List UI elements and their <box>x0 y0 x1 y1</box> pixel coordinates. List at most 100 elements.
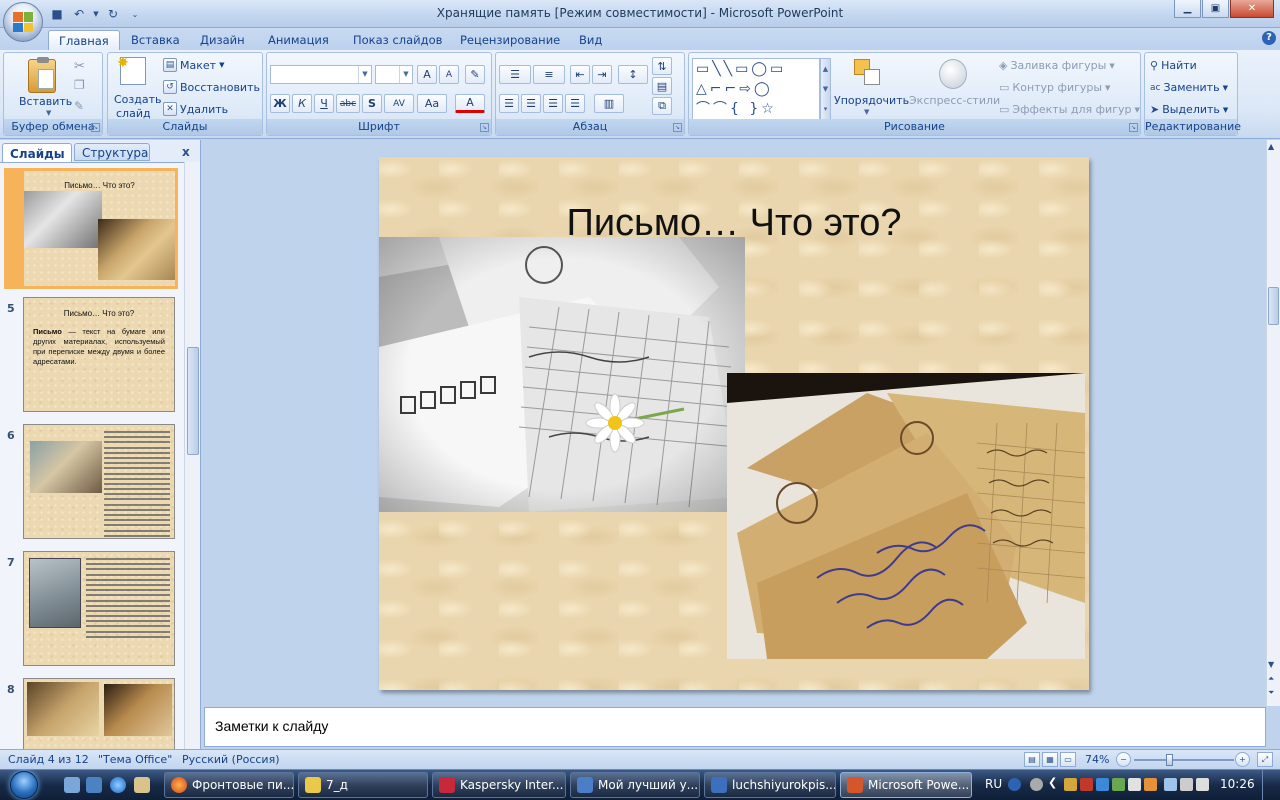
clear-format-icon[interactable]: ✎ <box>465 65 485 84</box>
shadow-button[interactable]: S <box>362 94 382 113</box>
clipboard-launcher-icon[interactable]: ↘ <box>91 123 100 132</box>
triangle-letters-photo[interactable] <box>727 373 1085 659</box>
zoom-out-icon[interactable]: − <box>1116 752 1131 767</box>
font-name-field[interactable]: ▼ <box>270 65 372 84</box>
taskbar-item-folder[interactable]: 7_д <box>298 772 428 798</box>
change-case-button[interactable]: Aa <box>417 94 447 113</box>
tray-network-icon[interactable] <box>1030 778 1043 791</box>
close-pane-icon[interactable]: x <box>182 145 190 159</box>
tray-app-icon[interactable] <box>1144 778 1157 791</box>
font-size-field[interactable]: ▼ <box>375 65 413 84</box>
zoom-in-icon[interactable]: + <box>1235 752 1250 767</box>
quick-styles-button[interactable]: Экспресс-стили <box>909 94 1000 107</box>
slide-scrollbar[interactable]: ▲ ▼ ⏶ ⏷ <box>1266 140 1280 706</box>
tab-slideshow[interactable]: Показ слайдов <box>343 30 452 50</box>
tray-monitor-icon[interactable] <box>1096 778 1109 791</box>
next-slide-icon[interactable]: ⏷ <box>1268 688 1274 698</box>
underline-button[interactable]: Ч <box>314 94 334 113</box>
columns-icon[interactable]: ▥ <box>594 94 624 113</box>
slideshow-view-icon[interactable]: ▭ <box>1060 752 1076 767</box>
replace-button[interactable]: ac Заменить ▼ <box>1150 81 1228 94</box>
close-button[interactable]: ✕ <box>1230 0 1274 18</box>
drawing-launcher-icon[interactable]: ↘ <box>1129 123 1138 132</box>
tab-slides-pane[interactable]: Слайды <box>2 143 72 162</box>
zoom-slider-handle[interactable] <box>1166 754 1174 766</box>
justify-icon[interactable]: ☰ <box>565 94 585 113</box>
paragraph-launcher-icon[interactable]: ↘ <box>673 123 682 132</box>
shapes-gallery-scroll[interactable]: ▲ ▼ ▾ <box>820 58 831 120</box>
shape-effects-button[interactable]: ▭ Эффекты для фигур ▼ <box>999 103 1140 116</box>
decrease-indent-icon[interactable]: ⇤ <box>570 65 590 84</box>
bullets-icon[interactable]: ☰ <box>499 65 531 84</box>
find-button[interactable]: ⚲ Найти <box>1150 59 1197 72</box>
layout-button[interactable]: ▤ Макет ▼ <box>163 58 224 72</box>
align-right-icon[interactable]: ☰ <box>543 94 563 113</box>
internet-explorer-icon[interactable] <box>110 777 126 793</box>
minimize-button[interactable]: ▁ <box>1174 0 1201 18</box>
paste-button[interactable]: Вставить <box>19 95 72 108</box>
language-indicator[interactable]: Русский (Россия) <box>182 753 280 766</box>
tray-app-icon[interactable] <box>1128 778 1141 791</box>
line-spacing-icon[interactable]: ↕ <box>618 65 648 84</box>
font-launcher-icon[interactable]: ↘ <box>480 123 489 132</box>
italic-button[interactable]: К <box>292 94 312 113</box>
grow-font-button[interactable]: A <box>417 65 437 84</box>
show-desktop-button[interactable] <box>1262 770 1278 800</box>
normal-view-icon[interactable]: ▤ <box>1024 752 1040 767</box>
slide-thumb-4[interactable]: Письмо… Что это? <box>4 168 178 289</box>
taskbar-item-firefox[interactable]: Фронтовые пи... <box>164 772 294 798</box>
zoom-slider-track[interactable] <box>1134 759 1234 761</box>
font-name-dropdown-icon[interactable]: ▼ <box>358 66 371 83</box>
tray-app-icon[interactable] <box>1112 778 1125 791</box>
slide-thumb-6[interactable] <box>23 424 175 539</box>
align-center-icon[interactable]: ☰ <box>521 94 541 113</box>
align-text-icon[interactable]: ▤ <box>652 77 672 95</box>
office-button[interactable] <box>3 2 43 42</box>
maximize-button[interactable]: ▣ <box>1202 0 1229 18</box>
format-painter-icon[interactable]: ✎ <box>74 99 84 113</box>
font-color-button[interactable]: A <box>455 94 485 113</box>
tab-home[interactable]: Главная <box>48 30 120 50</box>
clock[interactable]: 10:26 <box>1220 777 1255 791</box>
fit-slide-icon[interactable]: ⤢ <box>1257 752 1273 767</box>
delete-button[interactable]: ✕ Удалить <box>163 102 228 116</box>
new-slide-label-1[interactable]: Создать <box>114 93 162 106</box>
scroll-thumb[interactable] <box>187 347 199 455</box>
tab-animation[interactable]: Анимация <box>258 30 339 50</box>
slide-thumb-5[interactable]: Письмо… Что это? Письмо — текст на бумаг… <box>23 297 175 412</box>
copy-icon[interactable]: ❐ <box>74 78 85 92</box>
tab-insert[interactable]: Вставка <box>121 30 190 50</box>
tray-network-bars-icon[interactable] <box>1164 778 1177 791</box>
numbering-icon[interactable]: ≡ <box>533 65 565 84</box>
slide-thumb-8[interactable] <box>23 678 175 749</box>
letters-photo-grayscale[interactable] <box>379 237 745 512</box>
font-size-dropdown-icon[interactable]: ▼ <box>399 66 412 83</box>
slide-thumb-7[interactable] <box>23 551 175 666</box>
align-left-icon[interactable]: ☰ <box>499 94 519 113</box>
switch-windows-icon[interactable] <box>86 777 102 793</box>
taskbar-item-kaspersky[interactable]: Kaspersky Inter... <box>432 772 566 798</box>
tray-kaspersky-icon[interactable] <box>1080 778 1093 791</box>
scroll-up-icon[interactable]: ▲ <box>1268 142 1274 151</box>
text-direction-icon[interactable]: ⇅ <box>652 57 672 75</box>
slide-sorter-icon[interactable]: ▦ <box>1042 752 1058 767</box>
shrink-font-button[interactable]: A <box>439 65 459 84</box>
tab-view[interactable]: Вид <box>569 30 612 50</box>
cut-icon[interactable]: ✂ <box>74 59 85 74</box>
arrange-button[interactable]: Упорядочить <box>834 94 909 107</box>
shape-outline-button[interactable]: ▭ Контур фигуры ▼ <box>999 81 1110 94</box>
smartart-icon[interactable]: ⧉ <box>652 97 672 115</box>
taskbar-item-powerpoint[interactable]: Microsoft Powe... <box>840 772 972 798</box>
taskbar-item-word-2[interactable]: luchshiyurokpis... <box>704 772 836 798</box>
help-tray-icon[interactable] <box>1008 778 1021 791</box>
increase-indent-icon[interactable]: ⇥ <box>592 65 612 84</box>
tray-expand-icon[interactable]: ❮ <box>1048 776 1057 789</box>
notes-pane[interactable]: Заметки к слайду <box>204 707 1266 747</box>
strike-button[interactable]: abc <box>336 94 360 113</box>
tab-outline-pane[interactable]: Структура <box>74 143 150 161</box>
thumbnails-scrollbar[interactable] <box>184 162 200 749</box>
shape-fill-button[interactable]: ◈ Заливка фигуры ▼ <box>999 59 1115 72</box>
current-slide[interactable]: Письмо… Что это? <box>379 157 1089 690</box>
show-desktop-icon[interactable] <box>64 777 80 793</box>
keyboard-layout[interactable]: RU <box>985 777 1002 791</box>
